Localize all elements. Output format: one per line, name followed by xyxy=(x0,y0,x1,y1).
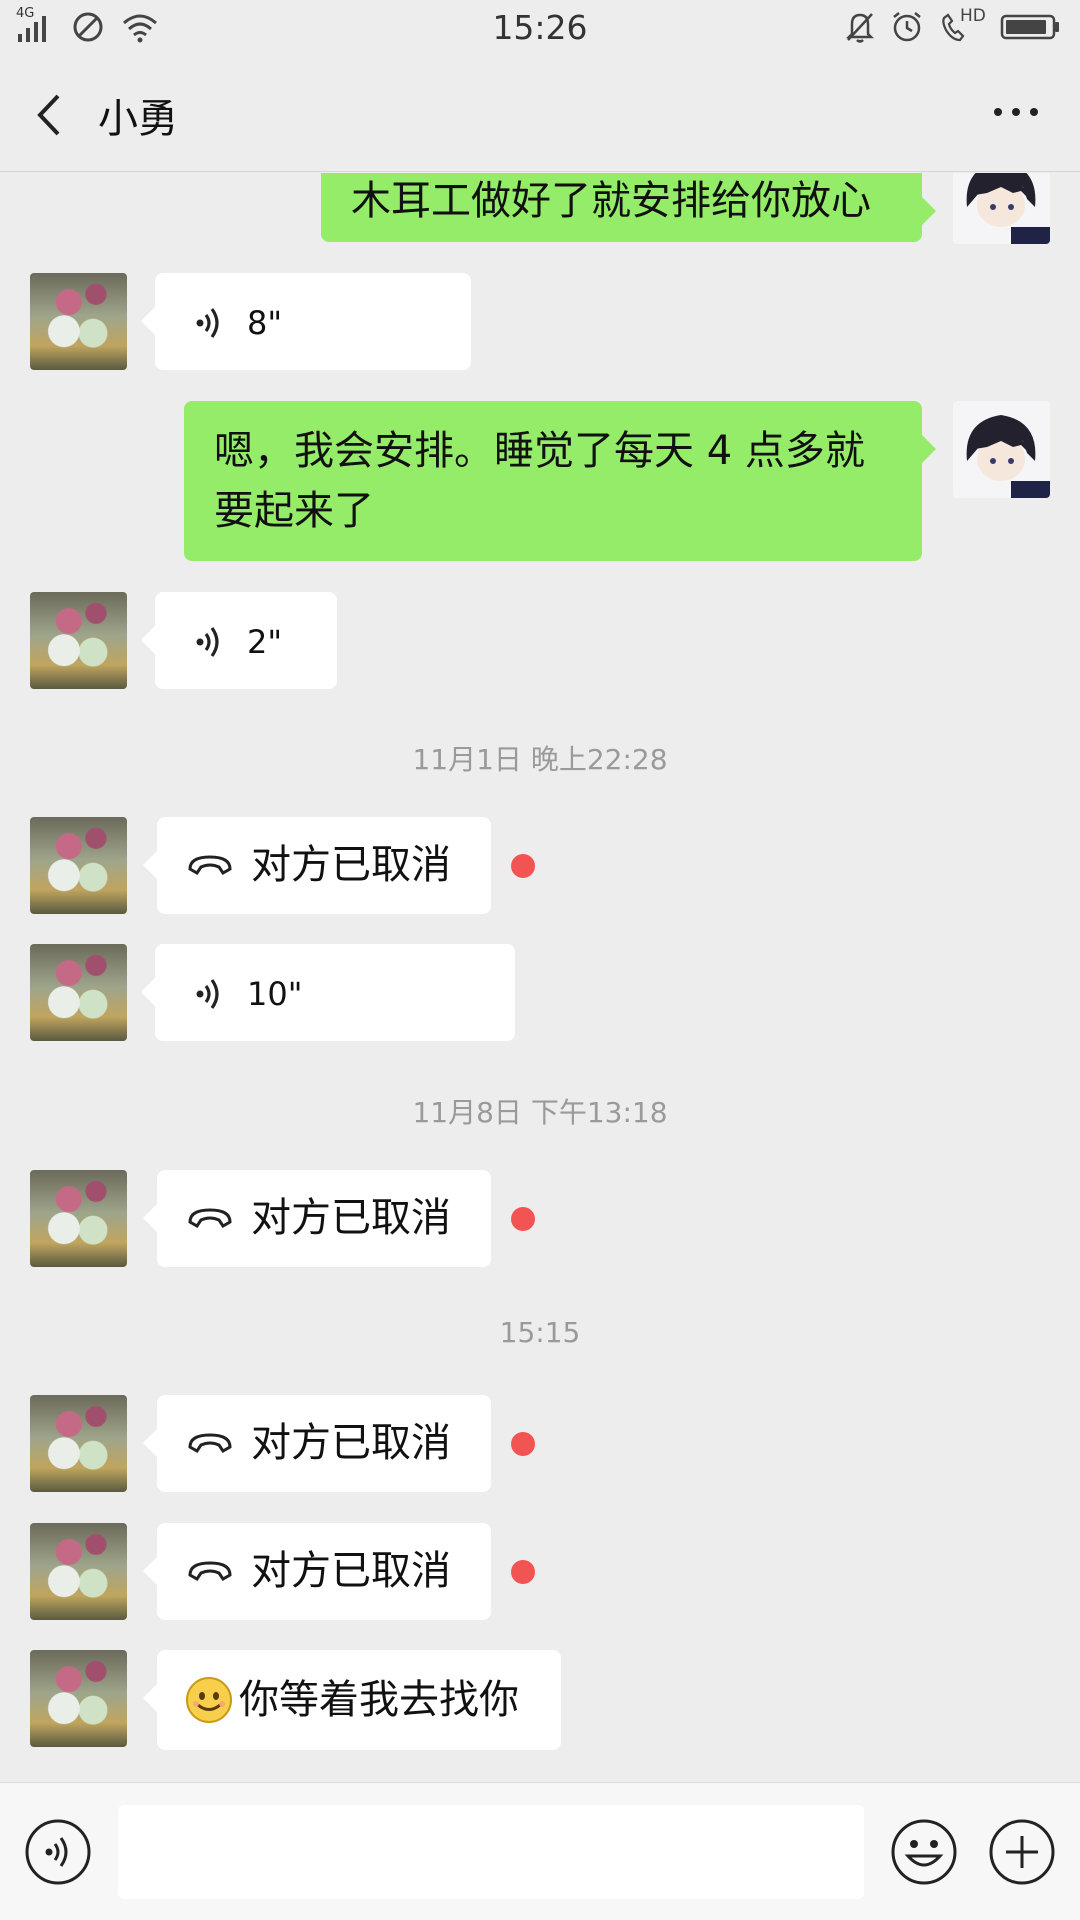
message-bubble-text[interactable]: 木耳工做好了就安排给你放心 xyxy=(321,173,936,242)
call-cancel-icon xyxy=(188,1433,232,1453)
unread-dot xyxy=(511,1207,535,1231)
plus-icon[interactable] xyxy=(988,1818,1056,1886)
my-avatar[interactable] xyxy=(953,401,1050,498)
friend-avatar[interactable] xyxy=(30,944,127,1041)
message-text: 你等着我去找你 xyxy=(239,1677,519,1723)
voice-icon xyxy=(196,308,219,338)
timestamp: 11月8日 下午13:18 xyxy=(412,1096,668,1129)
chat-title: 小勇 xyxy=(98,96,178,142)
friend-avatar[interactable] xyxy=(30,1395,127,1492)
emoji-icon[interactable] xyxy=(890,1818,958,1886)
message-text-line: 嗯，我会安排。睡觉了每天 4 点多就 xyxy=(214,428,865,474)
voice-icon xyxy=(196,627,219,657)
input-bar xyxy=(0,1782,1080,1920)
call-status: 对方已取消 xyxy=(251,1420,451,1466)
my-avatar[interactable] xyxy=(953,173,1050,244)
smile-emoji-icon xyxy=(186,1677,232,1723)
voice-message[interactable]: 2" xyxy=(141,592,337,689)
friend-avatar[interactable] xyxy=(30,592,127,689)
battery-icon xyxy=(1000,14,1059,40)
voice-duration: 2" xyxy=(247,623,283,661)
alarm-icon xyxy=(893,12,921,42)
call-status: 对方已取消 xyxy=(251,842,451,888)
call-status: 对方已取消 xyxy=(251,1548,451,1594)
call-cancel-icon xyxy=(188,1561,232,1581)
back-icon[interactable] xyxy=(30,90,70,140)
message-list[interactable]: 木耳工做好了就安排给你放心 8" 嗯，我会安排。睡觉了每天 4 点多就 要起来了… xyxy=(0,173,1080,1781)
unread-dot xyxy=(511,1432,535,1456)
voice-message[interactable]: 10" xyxy=(141,944,515,1041)
unread-dot xyxy=(511,1560,535,1584)
message-bubble-text[interactable]: 你等着我去找你 xyxy=(143,1650,561,1750)
voice-icon xyxy=(196,979,219,1009)
call-message[interactable]: 对方已取消 xyxy=(143,1523,491,1620)
voice-duration: 10" xyxy=(247,975,303,1013)
bell-muted-icon xyxy=(845,13,875,43)
call-hd-icon: HD xyxy=(938,6,986,44)
more-dot xyxy=(1030,108,1038,116)
nav-bar: 小勇 xyxy=(0,56,1080,172)
call-message[interactable]: 对方已取消 xyxy=(143,817,491,914)
more-icon[interactable] xyxy=(994,108,1038,116)
unread-dot xyxy=(511,854,535,878)
friend-avatar[interactable] xyxy=(30,1170,127,1267)
status-bar: 4G 15:26 HD xyxy=(0,0,1080,56)
friend-avatar[interactable] xyxy=(30,1650,127,1747)
more-dot xyxy=(994,108,1002,116)
message-text: 木耳工做好了就安排给你放心 xyxy=(351,178,871,224)
status-right: HD xyxy=(844,6,1062,44)
friend-avatar[interactable] xyxy=(30,1523,127,1620)
voice-message[interactable]: 8" xyxy=(141,273,471,370)
call-message[interactable]: 对方已取消 xyxy=(143,1395,491,1492)
hd-label: HD xyxy=(960,6,986,26)
call-message[interactable]: 对方已取消 xyxy=(143,1170,491,1267)
message-bubble-text[interactable]: 嗯，我会安排。睡觉了每天 4 点多就 要起来了 xyxy=(184,401,936,561)
call-cancel-icon xyxy=(188,1208,232,1228)
friend-avatar[interactable] xyxy=(30,817,127,914)
chat-screen: 4G 15:26 HD 小勇 木耳工做好了就安排给你放心 8" 嗯，我会安排。睡… xyxy=(0,0,1080,1920)
call-cancel-icon xyxy=(188,855,232,875)
message-text-line: 要起来了 xyxy=(214,488,374,534)
message-input[interactable] xyxy=(118,1805,864,1899)
call-status: 对方已取消 xyxy=(251,1195,451,1241)
friend-avatar[interactable] xyxy=(30,273,127,370)
timestamp: 15:15 xyxy=(499,1316,581,1349)
voice-input-icon[interactable] xyxy=(24,1818,92,1886)
timestamp: 11月1日 晚上22:28 xyxy=(412,743,668,776)
voice-duration: 8" xyxy=(247,304,283,342)
more-dot xyxy=(1012,108,1020,116)
